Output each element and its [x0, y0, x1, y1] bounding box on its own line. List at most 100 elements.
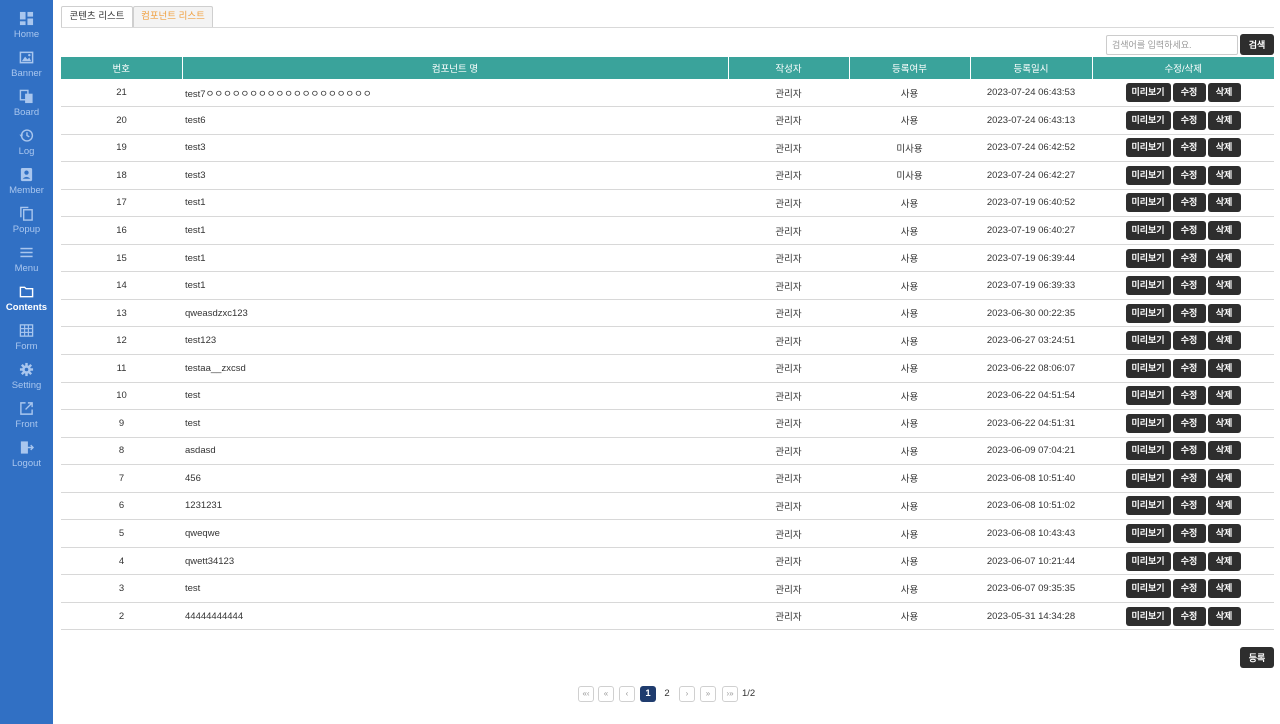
- edit-button[interactable]: 수정: [1172, 165, 1206, 185]
- delete-button[interactable]: 삭제: [1207, 248, 1241, 268]
- delete-button[interactable]: 삭제: [1207, 83, 1241, 103]
- edit-button[interactable]: 수정: [1172, 496, 1206, 516]
- preview-button[interactable]: 미리보기: [1125, 441, 1171, 461]
- edit-button[interactable]: 수정: [1172, 551, 1206, 571]
- edit-button[interactable]: 수정: [1172, 413, 1206, 433]
- sidebar-item-log[interactable]: Log: [0, 128, 53, 167]
- cell-actions: 미리보기 수정 삭제: [1092, 134, 1274, 163]
- delete-button[interactable]: 삭제: [1207, 551, 1241, 571]
- preview-button[interactable]: 미리보기: [1125, 193, 1171, 213]
- board-icon: [19, 89, 33, 104]
- delete-button[interactable]: 삭제: [1207, 331, 1241, 351]
- table-row: 15 test1 관리자 사용 2023-07-19 06:39:44 미리보기 수정 삭제: [61, 244, 1274, 273]
- sidebar-item-form[interactable]: Form: [0, 323, 53, 362]
- edit-button[interactable]: 수정: [1172, 331, 1206, 351]
- preview-button[interactable]: 미리보기: [1125, 496, 1171, 516]
- edit-button[interactable]: 수정: [1172, 358, 1206, 378]
- prev-block-button[interactable]: «: [598, 686, 614, 702]
- edit-button[interactable]: 수정: [1172, 110, 1206, 130]
- delete-button[interactable]: 삭제: [1207, 110, 1241, 130]
- delete-button[interactable]: 삭제: [1207, 606, 1241, 626]
- tab-contents-list[interactable]: 콘텐츠 리스트: [61, 6, 133, 28]
- cell-date: 2023-06-08 10:51:02: [970, 492, 1092, 521]
- first-page-button[interactable]: «‹: [578, 686, 594, 702]
- delete-button[interactable]: 삭제: [1207, 524, 1241, 544]
- dashboard-icon: [19, 11, 34, 26]
- page-number[interactable]: 2: [659, 686, 675, 702]
- edit-button[interactable]: 수정: [1172, 524, 1206, 544]
- edit-button[interactable]: 수정: [1172, 193, 1206, 213]
- sidebar-item-home[interactable]: Home: [0, 11, 53, 50]
- cell-date: 2023-05-31 14:34:28: [970, 602, 1092, 631]
- prev-page-button[interactable]: ‹: [619, 686, 635, 702]
- preview-button[interactable]: 미리보기: [1125, 83, 1171, 103]
- delete-button[interactable]: 삭제: [1207, 165, 1241, 185]
- edit-button[interactable]: 수정: [1172, 276, 1206, 296]
- preview-button[interactable]: 미리보기: [1125, 358, 1171, 378]
- preview-button[interactable]: 미리보기: [1125, 606, 1171, 626]
- cell-status: 사용: [849, 326, 970, 355]
- preview-button[interactable]: 미리보기: [1125, 276, 1171, 296]
- register-button[interactable]: 등록: [1240, 647, 1274, 668]
- preview-button[interactable]: 미리보기: [1125, 303, 1171, 323]
- next-block-button[interactable]: »: [700, 686, 716, 702]
- preview-button[interactable]: 미리보기: [1125, 165, 1171, 185]
- list-icon: [20, 247, 33, 258]
- delete-button[interactable]: 삭제: [1207, 413, 1241, 433]
- preview-button[interactable]: 미리보기: [1125, 138, 1171, 158]
- cell-author: 관리자: [728, 189, 849, 218]
- edit-button[interactable]: 수정: [1172, 468, 1206, 488]
- next-page-button[interactable]: ›: [679, 686, 695, 702]
- sidebar-item-member[interactable]: Member: [0, 167, 53, 206]
- sidebar-item-banner[interactable]: Banner: [0, 50, 53, 89]
- last-page-button[interactable]: ›»: [722, 686, 738, 702]
- delete-button[interactable]: 삭제: [1207, 468, 1241, 488]
- search-button[interactable]: 검색: [1240, 34, 1274, 55]
- cell-component-name: asdasd: [182, 437, 728, 466]
- preview-button[interactable]: 미리보기: [1125, 551, 1171, 571]
- edit-button[interactable]: 수정: [1172, 386, 1206, 406]
- edit-button[interactable]: 수정: [1172, 303, 1206, 323]
- edit-button[interactable]: 수정: [1172, 83, 1206, 103]
- edit-button[interactable]: 수정: [1172, 606, 1206, 626]
- preview-button[interactable]: 미리보기: [1125, 331, 1171, 351]
- cell-status: 사용: [849, 602, 970, 631]
- sidebar-item-board[interactable]: Board: [0, 89, 53, 128]
- delete-button[interactable]: 삭제: [1207, 193, 1241, 213]
- delete-button[interactable]: 삭제: [1207, 221, 1241, 240]
- preview-button[interactable]: 미리보기: [1125, 248, 1171, 268]
- delete-button[interactable]: 삭제: [1207, 358, 1241, 378]
- preview-button[interactable]: 미리보기: [1125, 386, 1171, 406]
- edit-button[interactable]: 수정: [1172, 441, 1206, 461]
- delete-button[interactable]: 삭제: [1207, 579, 1241, 599]
- sidebar-item-popup[interactable]: Popup: [0, 206, 53, 245]
- delete-button[interactable]: 삭제: [1207, 441, 1241, 461]
- delete-button[interactable]: 삭제: [1207, 276, 1241, 296]
- tab-component-list[interactable]: 컴포넌트 리스트: [133, 6, 213, 28]
- delete-button[interactable]: 삭제: [1207, 386, 1241, 406]
- preview-button[interactable]: 미리보기: [1125, 110, 1171, 130]
- delete-button[interactable]: 삭제: [1207, 138, 1241, 158]
- preview-button[interactable]: 미리보기: [1125, 221, 1171, 240]
- sidebar-item-menu[interactable]: Menu: [0, 245, 53, 284]
- preview-button[interactable]: 미리보기: [1125, 468, 1171, 488]
- search-input[interactable]: [1106, 35, 1238, 55]
- cell-number: 7: [61, 464, 182, 493]
- delete-button[interactable]: 삭제: [1207, 496, 1241, 516]
- cell-number: 20: [61, 106, 182, 135]
- delete-button[interactable]: 삭제: [1207, 303, 1241, 323]
- sidebar-item-setting[interactable]: Setting: [0, 362, 53, 401]
- preview-button[interactable]: 미리보기: [1125, 524, 1171, 544]
- sidebar-item-logout[interactable]: Logout: [0, 440, 53, 479]
- sidebar-item-contents[interactable]: Contents: [0, 284, 53, 323]
- edit-button[interactable]: 수정: [1172, 221, 1206, 240]
- preview-button[interactable]: 미리보기: [1125, 579, 1171, 599]
- page-number-current[interactable]: 1: [640, 686, 656, 702]
- column-header-author: 작성자: [728, 57, 850, 79]
- edit-button[interactable]: 수정: [1172, 138, 1206, 158]
- preview-button[interactable]: 미리보기: [1125, 413, 1171, 433]
- cell-status: 사용: [849, 437, 970, 466]
- edit-button[interactable]: 수정: [1172, 579, 1206, 599]
- edit-button[interactable]: 수정: [1172, 248, 1206, 268]
- sidebar-item-front[interactable]: Front: [0, 401, 53, 440]
